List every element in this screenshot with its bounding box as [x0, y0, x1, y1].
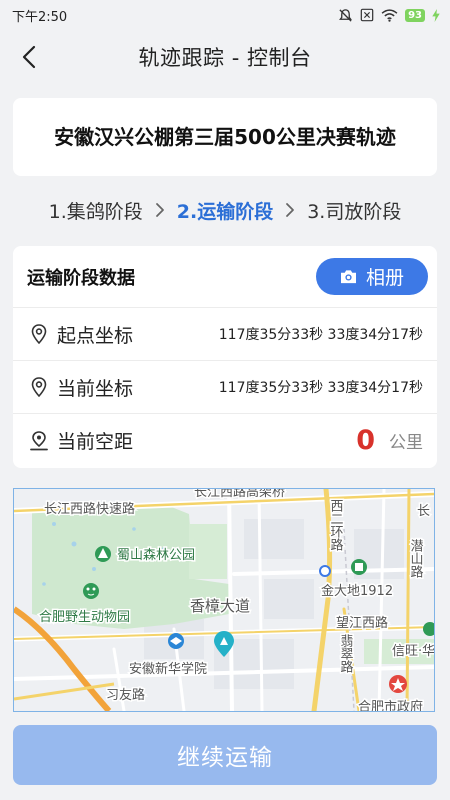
map-label-vertical: 翡翠路	[338, 634, 354, 673]
card-title: 运输阶段数据	[27, 267, 135, 289]
map-label: 金大地1912	[321, 583, 393, 599]
step-separator	[273, 202, 307, 218]
map-label: 信旺·华	[392, 644, 434, 659]
distance-label: 当前空距	[57, 431, 134, 453]
chevron-right-icon	[286, 203, 295, 217]
map-label: 合肥野生动物园	[39, 610, 130, 625]
status-bar: 下午2:50 93	[0, 0, 450, 30]
nav-bar: 轨迹跟踪 - 控制台	[0, 32, 450, 82]
back-button[interactable]	[12, 40, 46, 74]
current-coord-value: 117度35分33秒 33度34分17秒	[218, 380, 423, 396]
map-label: 望江西路	[336, 615, 388, 631]
park-marker-icon	[95, 546, 111, 562]
wifi-icon	[381, 8, 398, 22]
step-release[interactable]: 3.司放阶段	[307, 197, 401, 224]
map-label: 习友路	[106, 687, 145, 703]
card-header: 运输阶段数据 相册	[13, 246, 437, 308]
map-label: 香樟大道	[190, 597, 250, 615]
page-title: 轨迹跟踪 - 控制台	[138, 46, 312, 70]
map-label-vertical: 西二环路	[328, 499, 344, 551]
race-title-card: 安徽汉兴公棚第三届500公里决赛轨迹	[13, 98, 437, 176]
map-label: 长	[417, 504, 430, 519]
camera-icon	[340, 270, 356, 284]
status-time: 下午2:50	[12, 9, 68, 25]
map-label: 长江西路高架桥	[194, 489, 285, 500]
step-indicator: 1.集鸽阶段 2.运输阶段 3.司放阶段	[0, 188, 450, 232]
map-label: 合肥市政府	[358, 699, 423, 711]
race-title: 安徽汉兴公棚第三届500公里决赛轨迹	[54, 124, 396, 149]
map-view[interactable]: 长江西路快速路 长江西路高架桥 蜀山森林公园 合肥野生动物园 香樟大道 安徽新华…	[13, 488, 435, 712]
zoo-marker-icon	[83, 583, 99, 599]
chevron-left-icon	[22, 45, 36, 69]
distance-value: 0	[356, 425, 375, 456]
map-label-vertical: 潜山路	[408, 539, 424, 578]
gov-marker-icon	[389, 675, 407, 693]
current-coord-label: 当前坐标	[57, 377, 134, 400]
step-collect[interactable]: 1.集鸽阶段	[49, 197, 143, 224]
mute-icon	[339, 8, 353, 22]
map-label: 长江西路快速路	[44, 501, 135, 517]
distance-row: 当前空距 0 公里	[13, 414, 437, 467]
school-marker-icon	[168, 633, 184, 649]
start-coord-row: 起点坐标 117度35分33秒 33度34分17秒	[13, 308, 437, 361]
battery-indicator: 93	[405, 8, 425, 22]
album-button[interactable]: 相册	[316, 258, 428, 295]
location-pin-icon	[29, 376, 49, 398]
distance-unit: 公里	[389, 433, 423, 453]
current-coord-row: 当前坐标 117度35分33秒 33度34分17秒	[13, 361, 437, 414]
start-coord-label: 起点坐标	[57, 324, 134, 347]
transport-data-card: 运输阶段数据 相册 起点坐标 117度35分33秒 33度34分17秒 当前坐标…	[13, 246, 437, 468]
building-marker-icon	[351, 559, 367, 575]
location-pin-icon	[29, 323, 49, 345]
map-label: 蜀山森林公园	[117, 548, 195, 563]
distance-pin-icon	[29, 430, 49, 452]
charging-icon	[432, 8, 440, 22]
continue-transport-button[interactable]: 继续运输	[13, 725, 437, 785]
status-icons: 93	[338, 8, 440, 23]
map-label: 安徽新华学院	[129, 661, 207, 677]
continue-label: 继续运输	[177, 745, 273, 771]
step-transport[interactable]: 2.运输阶段	[177, 197, 273, 224]
current-location-marker	[319, 565, 331, 577]
chevron-right-icon	[155, 203, 164, 217]
sim-off-icon	[360, 8, 374, 22]
album-label: 相册	[365, 267, 404, 289]
step-separator	[143, 202, 177, 218]
start-coord-value: 117度35分33秒 33度34分17秒	[218, 327, 423, 343]
